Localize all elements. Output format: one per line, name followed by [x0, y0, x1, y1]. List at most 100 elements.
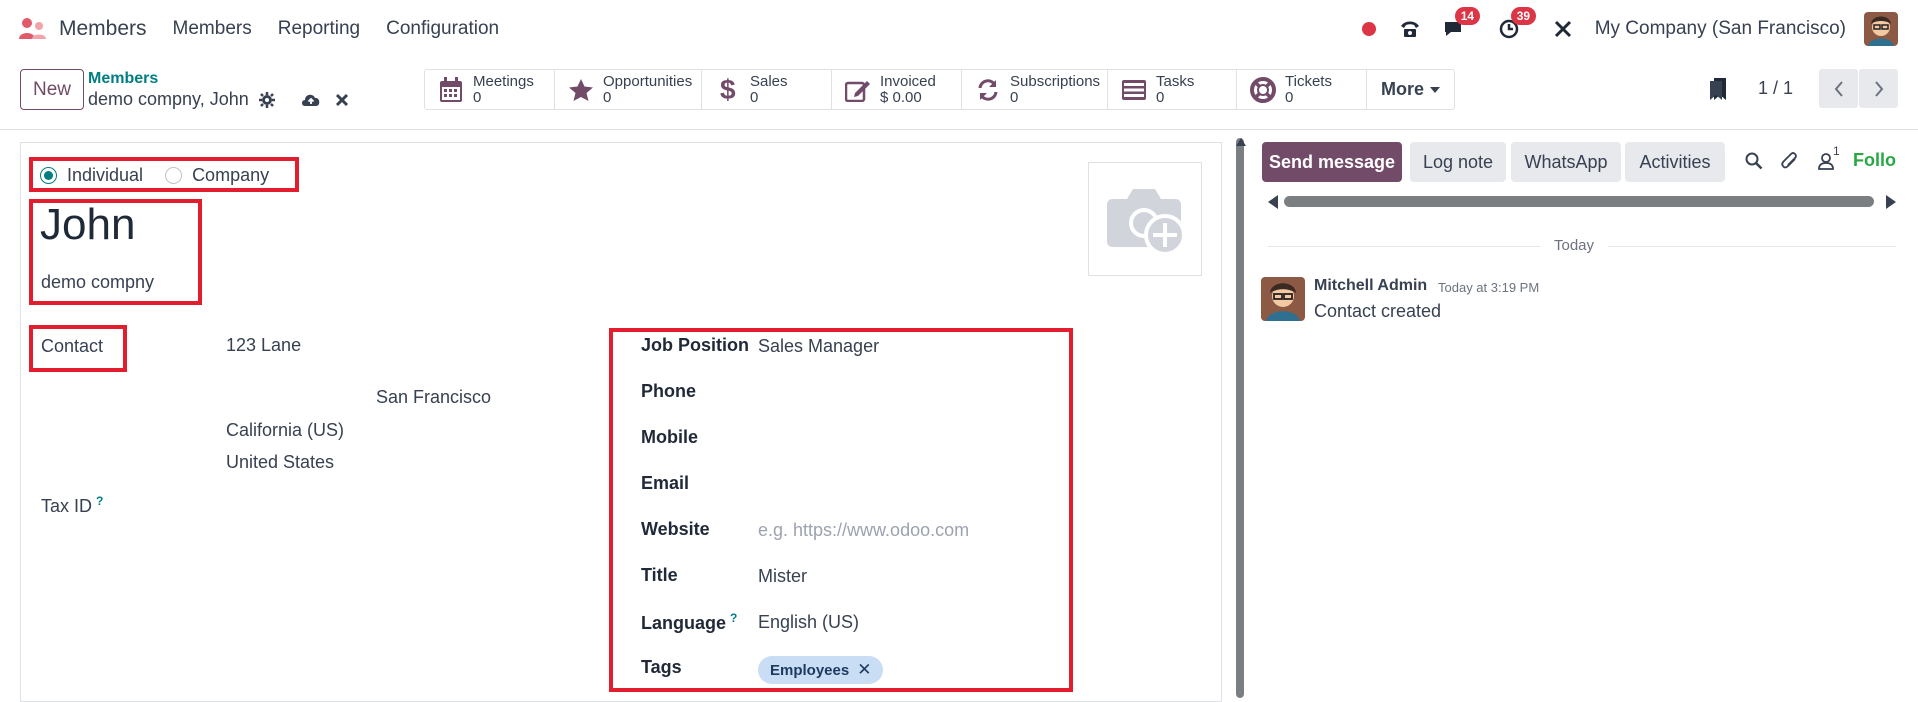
debug-tools-icon[interactable]	[1553, 19, 1573, 39]
radio-individual[interactable]: Individual	[40, 165, 143, 186]
activities-button[interactable]: Activities	[1625, 142, 1725, 182]
breadcrumb-current-label: demo compny, John	[88, 89, 249, 109]
company-switcher[interactable]: My Company (San Francisco)	[1595, 18, 1846, 40]
svg-text:$: $	[720, 76, 736, 104]
more-label: More	[1381, 79, 1425, 99]
follow-button[interactable]: Follo	[1853, 150, 1896, 171]
save-cloud-icon[interactable]	[301, 92, 321, 108]
app-brand[interactable]: Members	[19, 17, 147, 41]
language-label-text: Language	[641, 613, 727, 633]
language-help-icon[interactable]: ?	[730, 611, 737, 625]
smart-button-tickets[interactable]: Tickets 0	[1237, 70, 1367, 109]
caret-down-icon	[1430, 86, 1441, 93]
pager-previous-button[interactable]	[1819, 69, 1858, 108]
smart-button-subscriptions[interactable]: Subscriptions 0	[962, 70, 1108, 109]
gear-icon[interactable]	[258, 91, 275, 108]
smart-button-meetings[interactable]: Meetings 0	[425, 70, 555, 109]
whatsapp-button[interactable]: WhatsApp	[1511, 142, 1621, 182]
title-label: Title	[641, 565, 678, 585]
chatter-horizontal-scrollbar[interactable]	[1268, 194, 1896, 210]
menu-item-configuration[interactable]: Configuration	[386, 18, 499, 40]
navbar-systray: 14 39 My Company (San Francisco)	[1339, 0, 1898, 58]
mobile-field[interactable]	[758, 427, 1058, 451]
menu-item-members[interactable]: Members	[173, 18, 252, 40]
discard-close-icon[interactable]	[335, 93, 349, 107]
city-field[interactable]: San Francisco	[376, 387, 491, 408]
sales-label: Sales	[750, 72, 788, 90]
country-field[interactable]: United States	[226, 452, 334, 473]
tasks-count: 0	[1156, 88, 1165, 106]
new-button[interactable]: New	[20, 69, 84, 110]
smart-button-invoiced[interactable]: Invoiced $ 0.00	[832, 70, 962, 109]
more-dropdown-button[interactable]: More	[1367, 70, 1454, 109]
job-position-field[interactable]: Sales Manager	[758, 336, 879, 357]
messages-badge: 14	[1454, 7, 1481, 25]
message-body: Contact created	[1314, 301, 1442, 321]
tax-id-label: Tax ID?	[41, 494, 103, 517]
members-app-icon	[19, 17, 47, 41]
website-label: Website	[641, 519, 710, 539]
smart-button-sales[interactable]: $ Sales 0	[702, 70, 832, 109]
job-position-label: Job Position	[641, 335, 749, 355]
bookmark-icon[interactable]	[1709, 77, 1728, 100]
scroll-up-arrow-icon[interactable]	[1236, 138, 1246, 146]
menu-item-reporting[interactable]: Reporting	[278, 18, 360, 40]
calendar-icon	[437, 76, 465, 103]
tag-remove-icon[interactable]: ✕	[857, 660, 871, 680]
meetings-count: 0	[473, 88, 482, 106]
pager-value[interactable]: 1 / 1	[1758, 78, 1793, 99]
pager-next-button[interactable]	[1859, 69, 1898, 108]
message-author[interactable]: Mitchell Admin	[1314, 277, 1427, 295]
website-field[interactable]: e.g. https://www.odoo.com	[758, 520, 969, 541]
radio-company-circle[interactable]	[165, 167, 183, 184]
language-label: Language?	[641, 611, 737, 634]
street-field[interactable]: 123 Lane	[226, 335, 301, 356]
refresh-icon	[974, 78, 1002, 102]
send-message-button[interactable]: Send message	[1262, 142, 1402, 182]
radio-individual-circle[interactable]	[40, 167, 57, 184]
app-name: Members	[59, 17, 147, 40]
contact-name-field[interactable]: John	[40, 200, 135, 250]
title-field[interactable]: Mister	[758, 566, 807, 587]
paperclip-icon[interactable]	[1781, 151, 1799, 171]
breadcrumb-parent[interactable]: Members	[88, 70, 158, 88]
tax-id-help-icon[interactable]: ?	[96, 494, 103, 508]
search-icon[interactable]	[1745, 152, 1763, 170]
radio-company[interactable]: Company	[165, 165, 269, 186]
record-dot-icon[interactable]	[1361, 21, 1377, 37]
chatter-panel: Send message Log note WhatsApp Activitie…	[1250, 130, 1918, 692]
scroll-left-arrow-icon[interactable]	[1268, 195, 1278, 209]
tickets-label: Tickets	[1285, 72, 1332, 90]
subscriptions-count: 0	[1010, 88, 1019, 106]
smart-button-opportunities[interactable]: Opportunities 0	[555, 70, 702, 109]
scroll-right-arrow-icon[interactable]	[1886, 195, 1896, 209]
email-field[interactable]	[758, 473, 1058, 497]
message-author-avatar[interactable]	[1261, 277, 1305, 321]
smart-button-tasks[interactable]: Tasks 0	[1108, 70, 1237, 109]
chevron-left-icon	[1834, 80, 1843, 97]
tags-label: Tags	[641, 657, 682, 677]
followers-icon[interactable]: 1	[1817, 144, 1840, 170]
sales-count: 0	[750, 88, 759, 106]
chatter-toolbar: 1 Follo	[1745, 144, 1896, 171]
user-avatar[interactable]	[1864, 12, 1898, 46]
company-type-radio: Individual Company	[40, 165, 291, 186]
activities-clock-icon[interactable]: 39	[1499, 7, 1537, 39]
phone-icon[interactable]	[1399, 19, 1421, 39]
camera-plus-icon	[1107, 189, 1186, 256]
date-divider-label: Today	[1540, 237, 1609, 254]
lifebuoy-icon	[1249, 76, 1277, 103]
form-vertical-scrollbar[interactable]	[1236, 138, 1244, 698]
phone-label: Phone	[641, 381, 697, 401]
photo-upload[interactable]	[1088, 162, 1202, 276]
scrollbar-thumb[interactable]	[1284, 196, 1874, 207]
email-label: Email	[641, 473, 690, 493]
followers-count: 1	[1833, 143, 1840, 158]
company-name-field[interactable]: demo compny	[41, 272, 154, 293]
phone-field[interactable]	[758, 381, 1058, 405]
log-note-button[interactable]: Log note	[1410, 142, 1506, 182]
messages-icon[interactable]: 14	[1443, 7, 1481, 39]
state-field[interactable]: California (US)	[226, 420, 344, 441]
message-time: Today at 3:19 PM	[1438, 280, 1540, 295]
language-field[interactable]: English (US)	[758, 612, 859, 633]
